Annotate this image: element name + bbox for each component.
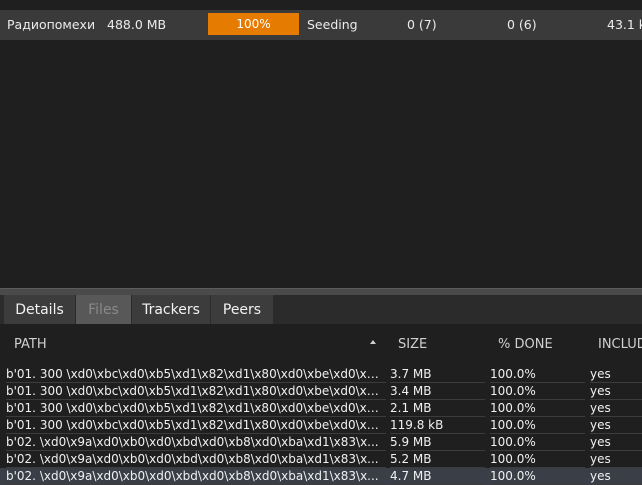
file-done: 100.0% bbox=[490, 417, 585, 434]
file-done: 100.0% bbox=[490, 434, 585, 451]
file-size: 5.9 MB bbox=[390, 434, 485, 451]
pane-splitter[interactable] bbox=[0, 288, 642, 295]
file-size: 3.4 MB bbox=[390, 383, 485, 400]
tab-bar: Details Files Trackers Peers bbox=[0, 295, 642, 324]
file-path: b'01. 300 \xd0\xbc\xd0\xb5\xd1\x82\xd1\x… bbox=[6, 367, 386, 383]
tab-trackers[interactable]: Trackers bbox=[132, 295, 210, 324]
torrent-peers: 0 (6) bbox=[507, 17, 537, 32]
file-include[interactable]: yes bbox=[590, 468, 642, 485]
tab-details[interactable]: Details bbox=[4, 295, 75, 324]
file-include[interactable]: yes bbox=[590, 417, 642, 434]
table-row[interactable]: b'02. \xd0\x9a\xd0\xb0\xd0\xbd\xd0\xb8\x… bbox=[0, 434, 642, 451]
torrent-seeds: 0 (7) bbox=[407, 17, 437, 32]
file-done: 100.0% bbox=[490, 400, 585, 417]
files-table: b'01. 300 \xd0\xbc\xd0\xb5\xd1\x82\xd1\x… bbox=[0, 366, 642, 485]
table-row[interactable]: b'01. 300 \xd0\xbc\xd0\xb5\xd1\x82\xd1\x… bbox=[0, 383, 642, 400]
file-done: 100.0% bbox=[490, 366, 585, 383]
column-header-size[interactable]: SIZE bbox=[398, 324, 427, 366]
table-row[interactable]: b'01. 300 \xd0\xbc\xd0\xb5\xd1\x82\xd1\x… bbox=[0, 417, 642, 434]
file-done: 100.0% bbox=[490, 451, 585, 468]
file-path: b'01. 300 \xd0\xbc\xd0\xb5\xd1\x82\xd1\x… bbox=[6, 401, 386, 417]
files-table-header: PATH SIZE % DONE INCLUD bbox=[0, 324, 642, 366]
sort-ascending-icon[interactable] bbox=[370, 340, 376, 344]
column-header-path[interactable]: PATH bbox=[14, 324, 47, 366]
file-path: b'01. 300 \xd0\xbc\xd0\xb5\xd1\x82\xd1\x… bbox=[6, 418, 386, 434]
file-size: 5.2 MB bbox=[390, 451, 485, 468]
file-size: 2.1 MB bbox=[390, 400, 485, 417]
file-size: 119.8 kB bbox=[390, 417, 485, 434]
file-include[interactable]: yes bbox=[590, 366, 642, 383]
file-size: 3.7 MB bbox=[390, 366, 485, 383]
torrent-row[interactable]: Радиопомехи 488.0 MB 100% Seeding 0 (7) … bbox=[0, 10, 642, 40]
table-row[interactable]: b'01. 300 \xd0\xbc\xd0\xb5\xd1\x82\xd1\x… bbox=[0, 366, 642, 383]
table-row[interactable]: b'02. \xd0\x9a\xd0\xb0\xd0\xbd\xd0\xb8\x… bbox=[0, 468, 642, 485]
file-path: b'02. \xd0\x9a\xd0\xb0\xd0\xbd\xd0\xb8\x… bbox=[6, 451, 386, 468]
torrent-speed: 43.1 k bbox=[607, 17, 642, 32]
file-done: 100.0% bbox=[490, 383, 585, 400]
torrent-size: 488.0 MB bbox=[107, 17, 167, 32]
tab-peers[interactable]: Peers bbox=[211, 295, 273, 324]
file-include[interactable]: yes bbox=[590, 451, 642, 468]
file-path: b'02. \xd0\x9a\xd0\xb0\xd0\xbd\xd0\xb8\x… bbox=[6, 468, 386, 485]
file-include[interactable]: yes bbox=[590, 400, 642, 417]
progress-bar: 100% bbox=[208, 13, 299, 35]
file-path: b'02. \xd0\x9a\xd0\xb0\xd0\xbd\xd0\xb8\x… bbox=[6, 434, 386, 451]
file-include[interactable]: yes bbox=[590, 383, 642, 400]
torrent-name: Радиопомехи bbox=[7, 17, 96, 32]
torrent-status: Seeding bbox=[307, 17, 358, 32]
file-include[interactable]: yes bbox=[590, 434, 642, 451]
file-done: 100.0% bbox=[490, 468, 585, 485]
column-header-done[interactable]: % DONE bbox=[498, 324, 553, 366]
tab-files[interactable]: Files bbox=[76, 295, 131, 324]
torrent-list[interactable] bbox=[0, 0, 642, 288]
table-row[interactable]: b'02. \xd0\x9a\xd0\xb0\xd0\xbd\xd0\xb8\x… bbox=[0, 451, 642, 468]
file-path: b'01. 300 \xd0\xbc\xd0\xb5\xd1\x82\xd1\x… bbox=[6, 384, 386, 400]
file-size: 4.7 MB bbox=[390, 468, 485, 485]
table-row[interactable]: b'01. 300 \xd0\xbc\xd0\xb5\xd1\x82\xd1\x… bbox=[0, 400, 642, 417]
column-header-include[interactable]: INCLUD bbox=[598, 324, 642, 366]
